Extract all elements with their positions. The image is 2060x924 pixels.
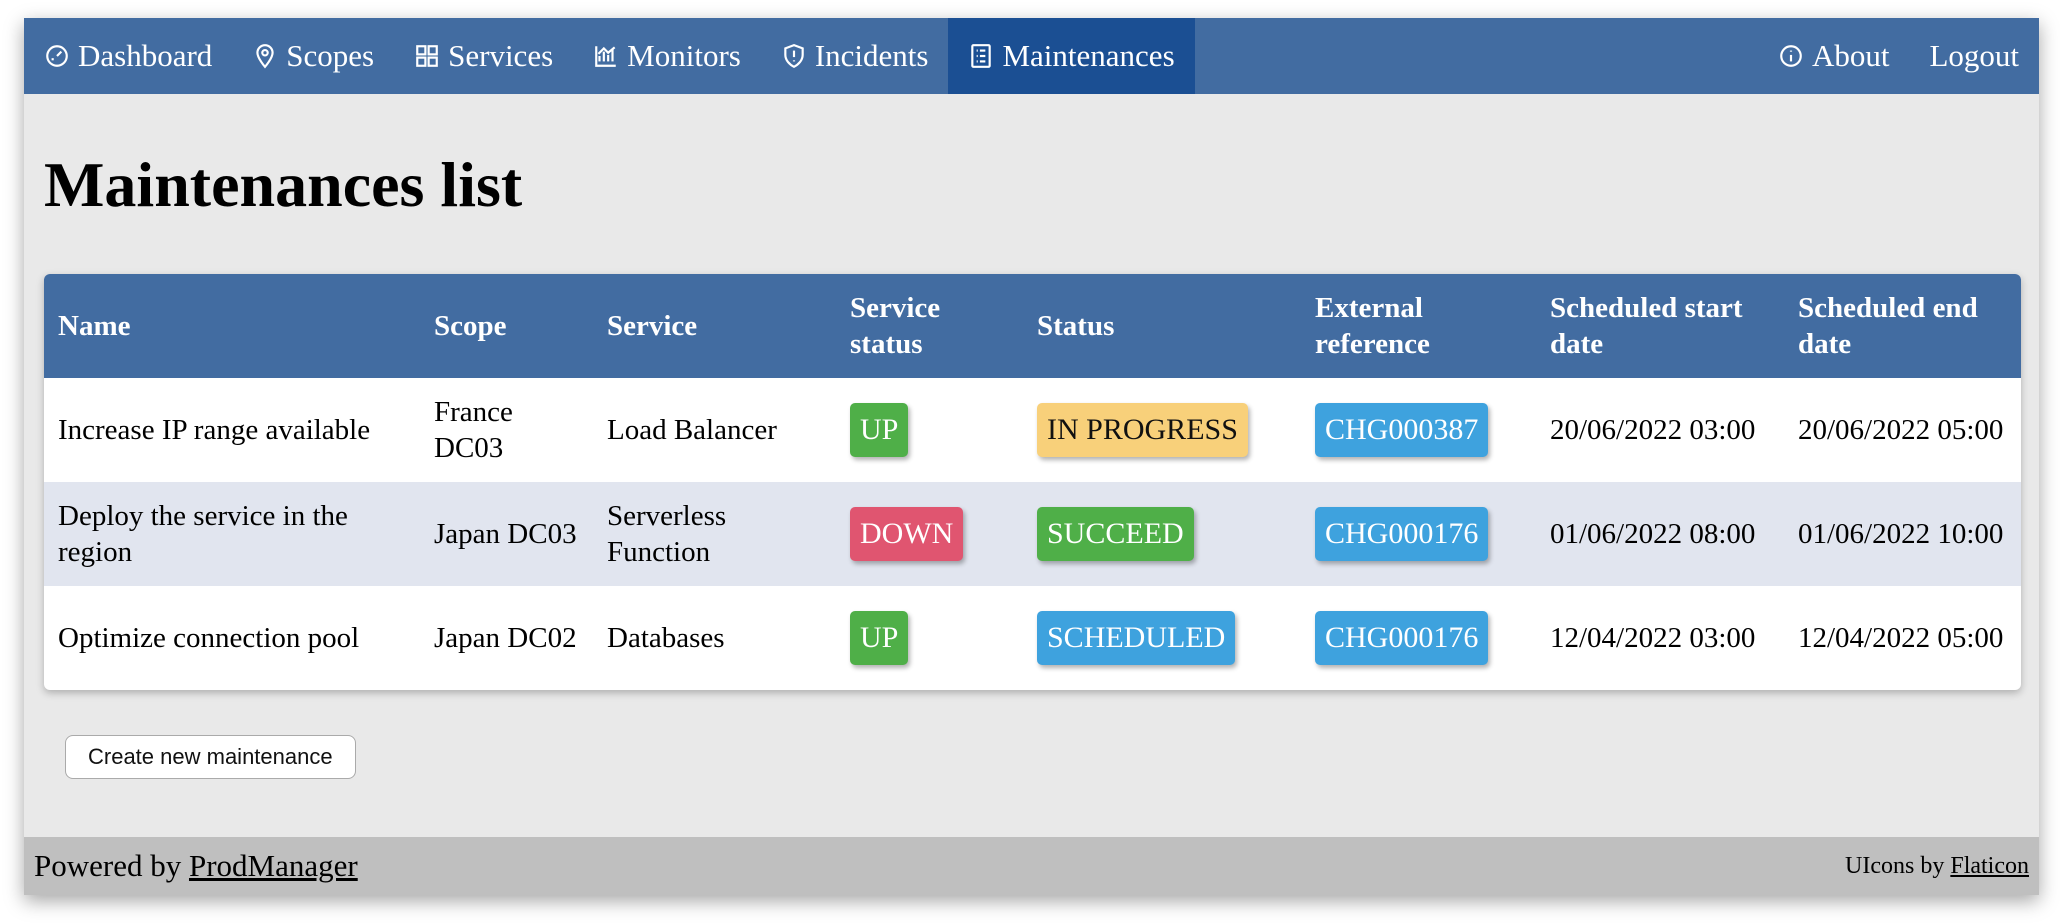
powered-by-text: Powered by <box>34 848 189 883</box>
shield-icon <box>784 44 804 69</box>
end-date-cell: 20/06/2022 05:00 <box>1798 414 2004 446</box>
nav-item-label: Maintenances <box>1002 38 1175 73</box>
service-status-badge: UP <box>850 611 909 665</box>
nav-item-label: Monitors <box>627 38 741 73</box>
icons-credit: UIcons by Flaticon <box>1845 853 2039 880</box>
end-date-cell: 12/04/2022 05:00 <box>1798 622 2004 654</box>
service-status-cell: DOWN <box>836 482 1023 586</box>
status-badge: SUCCEED <box>1037 507 1194 561</box>
status-cell: SCHEDULED <box>1023 586 1301 690</box>
column-header-scope: Scope <box>420 274 593 378</box>
reference-cell: CHG000387 <box>1301 378 1536 482</box>
table-row[interactable]: Deploy the service in the region Japan D… <box>44 482 2021 586</box>
nav-item-about[interactable]: About <box>1758 18 1910 94</box>
nav-item-label: Scopes <box>286 38 375 73</box>
service-status-badge: UP <box>850 403 909 457</box>
flaticon-link[interactable]: Flaticon <box>1950 853 2029 879</box>
nav-item-services[interactable]: Services <box>394 18 573 94</box>
footer: Powered by ProdManager UIcons by Flatico… <box>24 837 2039 895</box>
nav-item-label: About <box>1811 38 1890 73</box>
nav-item-label: Services <box>448 38 554 73</box>
status-cell: IN PROGRESS <box>1023 378 1301 482</box>
nav-item-dashboard[interactable]: Dashboard <box>24 18 232 94</box>
table-header-row: Name Scope Service Service status Status… <box>44 274 2021 378</box>
start-date-cell: 20/06/2022 03:00 <box>1550 414 1756 446</box>
external-reference-badge[interactable]: CHG000176 <box>1315 507 1489 561</box>
reference-cell: CHG000176 <box>1301 586 1536 690</box>
end-date-cell: 01/06/2022 10:00 <box>1784 482 2021 586</box>
column-header-end-date: Scheduled end date <box>1784 274 2021 378</box>
service-cell[interactable]: Serverless Function <box>593 482 836 586</box>
external-reference-badge[interactable]: CHG000387 <box>1315 403 1489 457</box>
maintenance-name[interactable]: Deploy the service in the region <box>44 482 420 586</box>
nav-item-logout[interactable]: Logout <box>1909 18 2039 94</box>
status-badge: IN PROGRESS <box>1037 403 1248 457</box>
column-header-start-date: Scheduled start date <box>1536 274 1784 378</box>
maintenances-table-container: Name Scope Service Service status Status… <box>44 274 2021 690</box>
reference-cell: CHG000176 <box>1301 482 1536 586</box>
nav-left-group: Dashboard Scopes Services Monitors Incid… <box>24 18 1195 94</box>
top-navbar: Dashboard Scopes Services Monitors Incid… <box>24 18 2039 94</box>
scope-cell[interactable]: Japan DC02 <box>420 586 593 690</box>
nav-item-label: Logout <box>1929 38 2019 73</box>
scope-cell[interactable]: Japan DC03 <box>420 482 593 586</box>
column-header-service-status: Service status <box>836 274 1023 378</box>
status-badge: SCHEDULED <box>1037 611 1236 665</box>
chart-icon <box>595 46 616 67</box>
service-cell[interactable]: Load Balancer <box>593 378 836 482</box>
nav-item-label: Incidents <box>814 38 929 73</box>
page-title: Maintenances list <box>44 149 523 220</box>
info-icon <box>1780 45 1802 67</box>
service-status-badge: DOWN <box>850 507 964 561</box>
nav-item-incidents[interactable]: Incidents <box>761 18 949 94</box>
service-status-cell: UP <box>836 586 1023 690</box>
prodmanager-link[interactable]: ProdManager <box>189 848 358 883</box>
column-header-status: Status <box>1023 274 1301 378</box>
service-status-cell: UP <box>836 378 1023 482</box>
maintenance-name[interactable]: Optimize connection pool <box>44 586 420 690</box>
service-cell[interactable]: Databases <box>593 586 836 690</box>
maintenances-table: Name Scope Service Service status Status… <box>44 274 2021 690</box>
list-icon <box>971 44 992 68</box>
create-maintenance-button[interactable]: Create new maintenance <box>65 735 356 779</box>
table-row[interactable]: Increase IP range available France DC03 … <box>44 378 2021 482</box>
nav-item-scopes[interactable]: Scopes <box>232 18 394 94</box>
start-date-cell: 12/04/2022 03:00 <box>1550 622 1756 654</box>
table-row[interactable]: Optimize connection pool Japan DC02 Data… <box>44 586 2021 690</box>
powered-by: Powered by ProdManager <box>24 848 358 884</box>
external-reference-badge[interactable]: CHG000176 <box>1315 611 1489 665</box>
dashboard-icon <box>46 45 68 67</box>
nav-item-label: Dashboard <box>78 38 213 73</box>
start-date-cell: 01/06/2022 08:00 <box>1536 482 1784 586</box>
app-window: Dashboard Scopes Services Monitors Incid… <box>24 18 2039 895</box>
column-header-service: Service <box>593 274 836 378</box>
column-header-name: Name <box>44 274 420 378</box>
nav-item-maintenances[interactable]: Maintenances <box>948 18 1195 94</box>
column-header-external-reference: External reference <box>1301 274 1536 378</box>
scope-cell[interactable]: France DC03 <box>420 378 593 482</box>
status-cell: SUCCEED <box>1023 482 1301 586</box>
icons-credit-text: UIcons by <box>1845 852 1951 879</box>
maintenance-name[interactable]: Increase IP range available <box>44 378 420 482</box>
grid-icon <box>416 45 438 67</box>
location-pin-icon <box>256 44 274 69</box>
nav-right-group: About Logout <box>1758 18 2039 94</box>
nav-item-monitors[interactable]: Monitors <box>573 18 761 94</box>
